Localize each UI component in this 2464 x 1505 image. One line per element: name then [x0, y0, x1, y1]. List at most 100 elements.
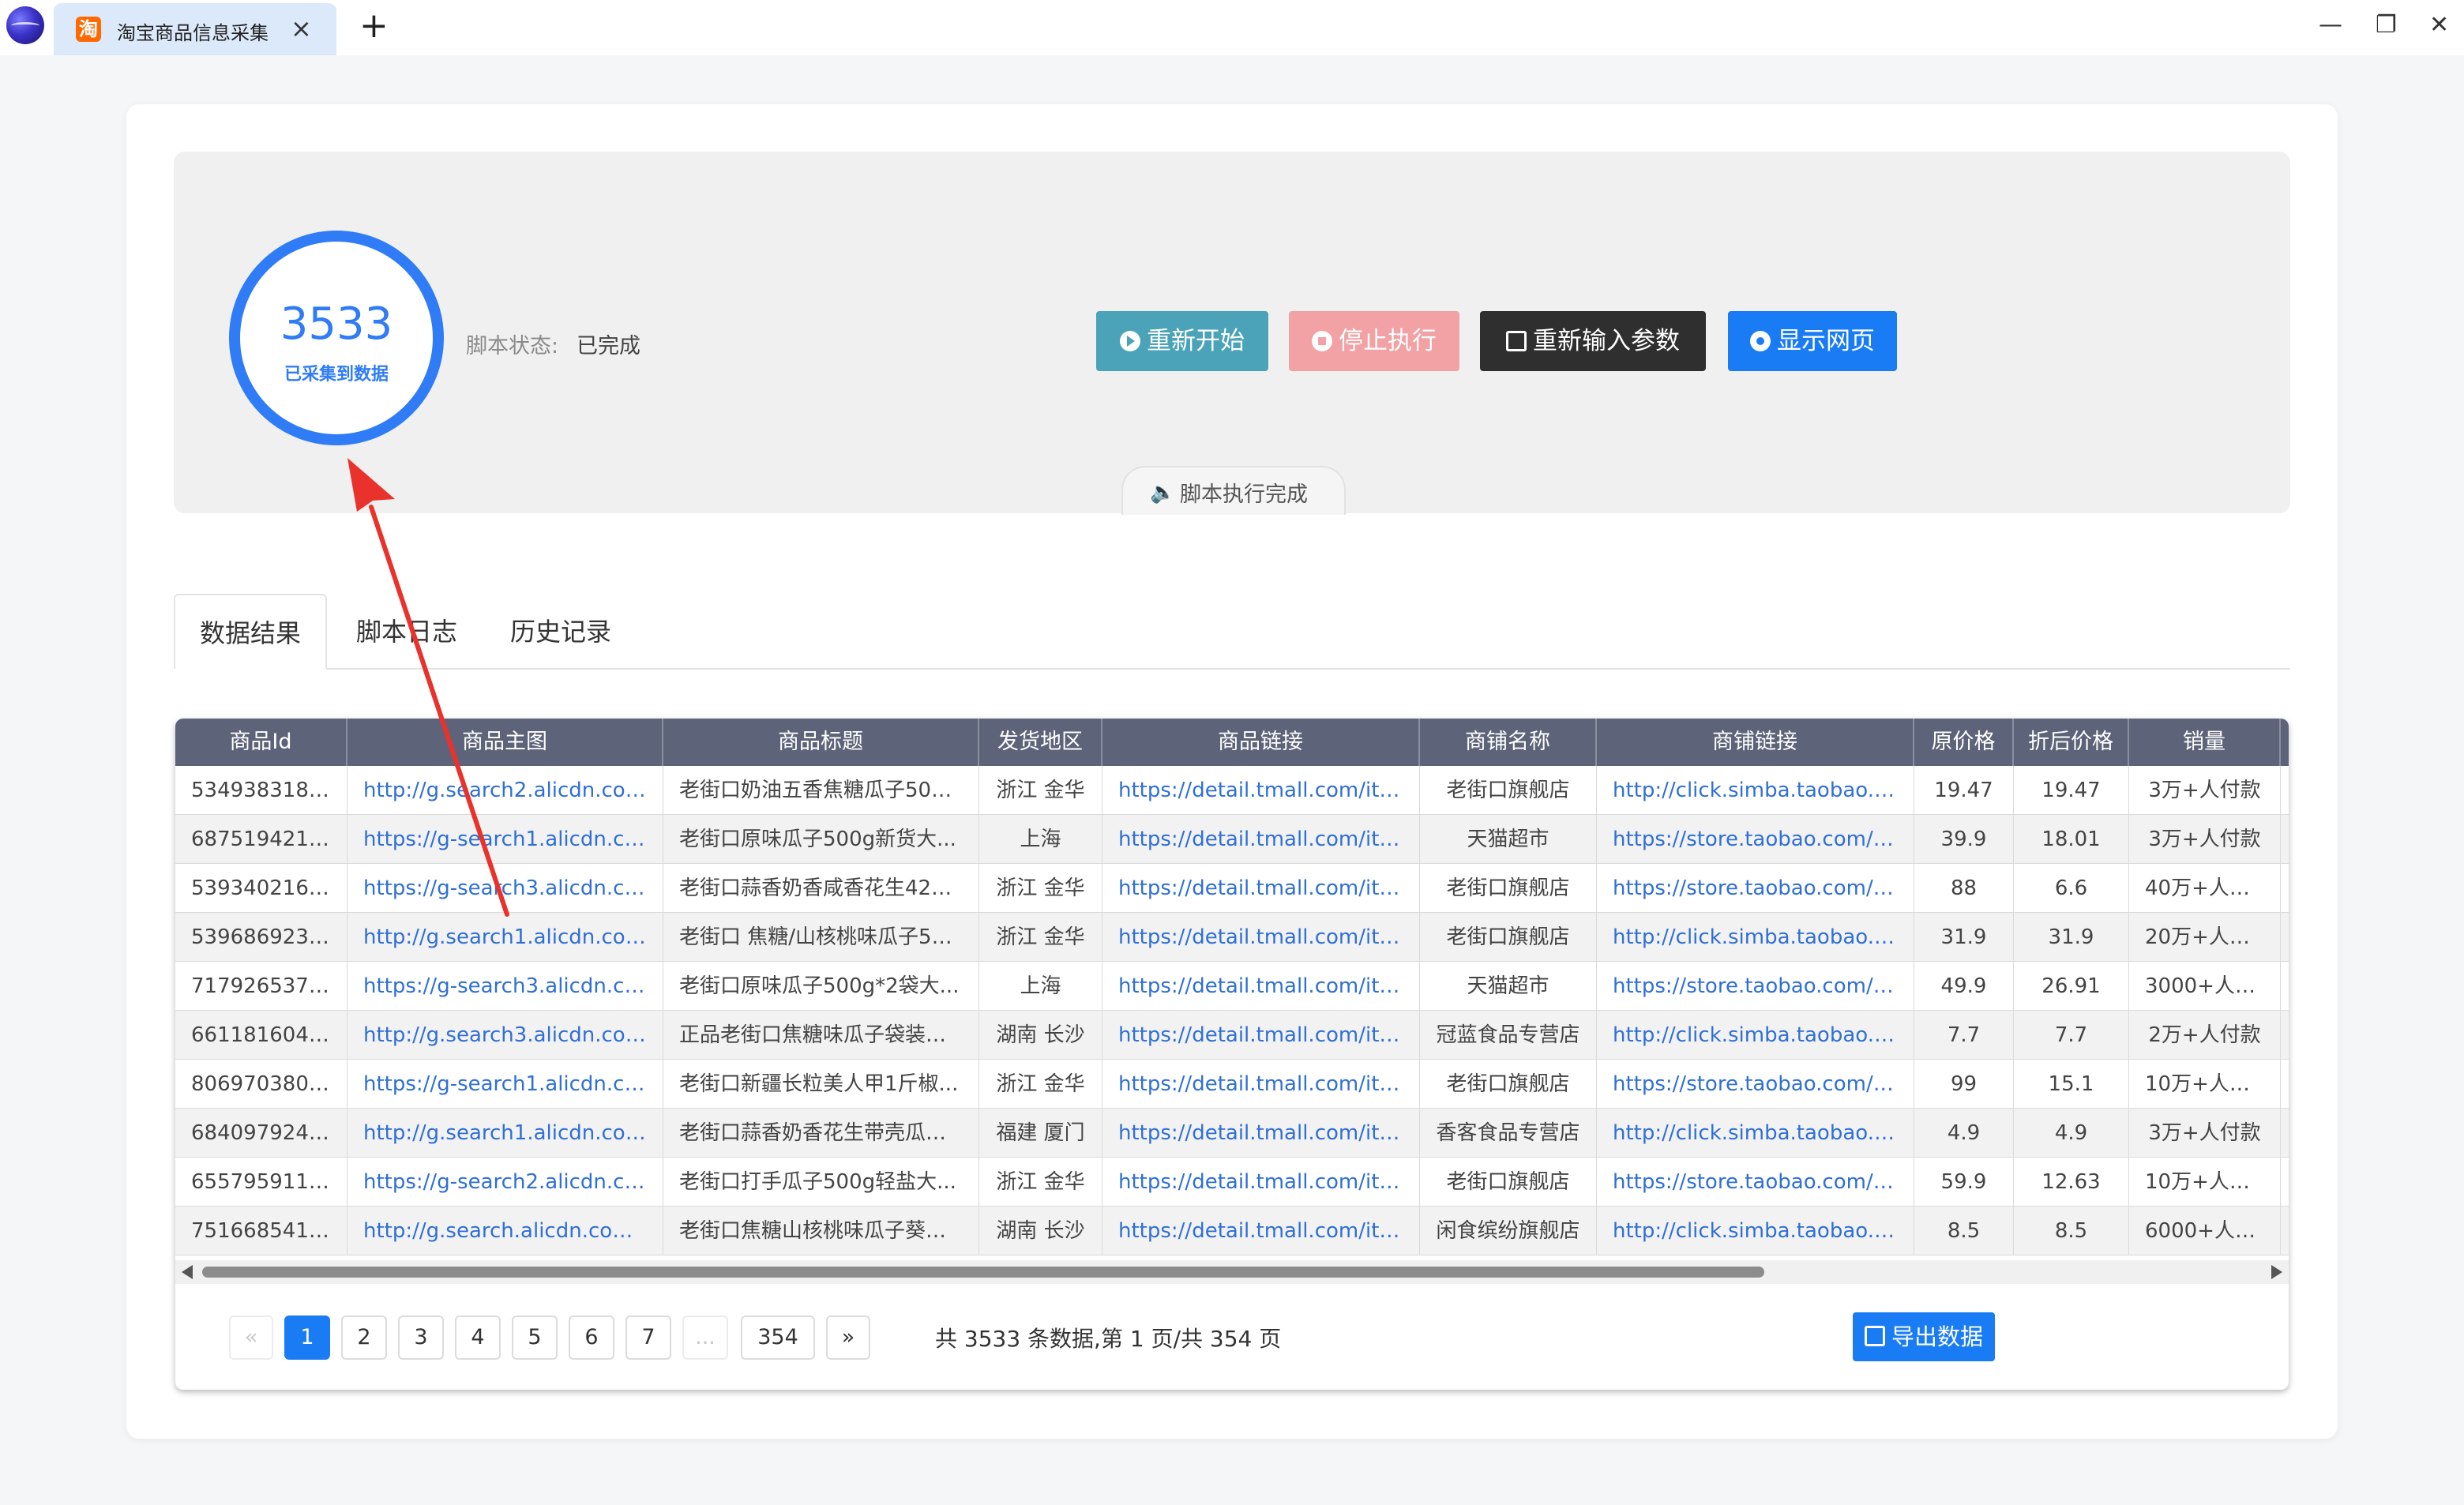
table-cell-link[interactable]: https://g-search1.alicdn.com...: [347, 815, 663, 864]
table-cell: 7.7: [2014, 1011, 2129, 1060]
table-cell: 冠蓝食品专营店: [1420, 1011, 1597, 1060]
table-cell: 3万+人付款: [2129, 815, 2281, 864]
stop-label: 停止执行: [1339, 327, 1437, 355]
table-row[interactable]: 806970380767 https://g-search1.alicdn.com…: [175, 1060, 2289, 1109]
page-button-last[interactable]: 354: [741, 1315, 815, 1360]
table-row[interactable]: 539340216630 https://g-search3.alicdn.com…: [175, 864, 2289, 913]
table-cell: 661181604784: [175, 1011, 347, 1060]
table-cell: 浙江 金华: [979, 864, 1102, 913]
tab-close-icon[interactable]: ×: [291, 13, 312, 44]
page-button-1[interactable]: 1: [284, 1315, 330, 1360]
table-cell-link[interactable]: https://detail.tmall.com/item....: [1102, 1060, 1420, 1109]
table-cell-link[interactable]: http://click.simba.taobao.co...: [1597, 766, 1914, 815]
page-button-2[interactable]: 2: [341, 1315, 387, 1360]
table-cell: 4.9: [2014, 1109, 2129, 1158]
speaker-icon: 🔈: [1150, 481, 1176, 505]
table-cell: 3万+人付款: [2129, 766, 2281, 815]
table-cell-link[interactable]: https://store.taobao.com/sh...: [1597, 864, 1914, 913]
page-button-4[interactable]: 4: [455, 1315, 501, 1360]
table-cell: 浙江 金华: [979, 1158, 1102, 1207]
close-window-button[interactable]: ✕: [2429, 9, 2449, 41]
column-header: 商品标题: [663, 719, 979, 766]
table-cell-link[interactable]: https://g-search2.alicdn.com...: [347, 1158, 663, 1207]
column-header: 商品Id: [175, 719, 347, 766]
prev-page-button[interactable]: «: [229, 1315, 273, 1360]
table-cell-link[interactable]: https://detail.tmall.com/item....: [1102, 1207, 1420, 1255]
table-cell: 687519421951: [175, 815, 347, 864]
table-cell: 534938318225: [175, 766, 347, 815]
table-cell-link[interactable]: https://detail.tmall.com/item....: [1102, 1109, 1420, 1158]
page-ellipsis: ...: [682, 1315, 728, 1360]
table-cell: 湖南 长沙: [979, 1011, 1102, 1060]
tab-script-log[interactable]: 脚本日志: [347, 594, 466, 670]
table-cell-link[interactable]: https://detail.tmall.com/item....: [1102, 766, 1420, 815]
table-cell-link[interactable]: http://g.search3.alicdn.com/i...: [347, 1011, 663, 1060]
table-row[interactable]: 661181604784 http://g.search3.alicdn.com/…: [175, 1011, 2289, 1060]
table-cell-link[interactable]: https://store.taobao.com/sh...: [1597, 1158, 1914, 1207]
table-row[interactable]: 655795911975 https://g-search2.alicdn.com…: [175, 1158, 2289, 1207]
table-cell: 上海: [979, 815, 1102, 864]
collected-caption: 已采集到数据: [284, 365, 389, 385]
table-cell: 10万+人付款: [2129, 1158, 2281, 1207]
table-row[interactable]: 687519421951 https://g-search1.alicdn.com…: [175, 815, 2289, 864]
column-header: 销量: [2129, 719, 2281, 766]
scroll-right-icon[interactable]: [2271, 1265, 2282, 1279]
next-page-button[interactable]: »: [826, 1315, 870, 1360]
table-cell-link[interactable]: https://detail.tmall.com/item....: [1102, 815, 1420, 864]
table-cell-link[interactable]: https://detail.tmall.com/item....: [1102, 913, 1420, 962]
table-row[interactable]: 539686923712 http://g.search1.alicdn.com/…: [175, 913, 2289, 962]
table-cell-link[interactable]: https://detail.tmall.com/item....: [1102, 864, 1420, 913]
collected-count-ring: 3533 已采集到数据: [229, 231, 444, 445]
table-cell-link[interactable]: https://store.taobao.com/sh...: [1597, 962, 1914, 1011]
scrollbar-thumb[interactable]: [202, 1267, 1764, 1278]
browser-tab[interactable]: 淘 淘宝商品信息采集 ×: [54, 3, 336, 55]
table-cell: 天猫超市: [1420, 962, 1597, 1011]
table-cell-link[interactable]: https://detail.tmall.com/item....: [1102, 1011, 1420, 1060]
page-button-7[interactable]: 7: [625, 1315, 671, 1360]
table-cell-link[interactable]: http://g.search1.alicdn.com/i...: [347, 1109, 663, 1158]
scroll-left-icon[interactable]: [182, 1265, 193, 1279]
table-cell-link[interactable]: http://click.simba.taobao.co...: [1597, 1207, 1914, 1255]
table-cell: 老街口旗舰店: [1420, 766, 1597, 815]
table-cell-link[interactable]: https://store.taobao.com/sh...: [1597, 815, 1914, 864]
table-cell-link[interactable]: http://click.simba.taobao.co...: [1597, 913, 1914, 962]
table-row[interactable]: 751668541831 http://g.search.alicdn.com/i…: [175, 1207, 2289, 1255]
show-page-button[interactable]: 显示网页: [1728, 311, 1897, 371]
table-row[interactable]: 717926537562 https://g-search3.alicdn.com…: [175, 962, 2289, 1011]
table-cell-link[interactable]: http://click.simba.taobao.co...: [1597, 1011, 1914, 1060]
stop-button[interactable]: 停止执行: [1289, 311, 1459, 371]
table-row[interactable]: 534938318225 http://g.search2.alicdn.com/…: [175, 766, 2289, 815]
table-cell: 浙江 金华: [979, 766, 1102, 815]
restart-button[interactable]: 重新开始: [1096, 311, 1268, 371]
table-cell: 7.7: [1914, 1011, 2014, 1060]
table-cell: 20万+人付款: [2129, 913, 2281, 962]
table-cell-link[interactable]: http://g.search1.alicdn.com/i...: [347, 913, 663, 962]
reinput-params-button[interactable]: 重新输入参数: [1480, 311, 1706, 371]
page-button-3[interactable]: 3: [398, 1315, 444, 1360]
table-cell-link[interactable]: https://g-search3.alicdn.com...: [347, 962, 663, 1011]
restore-button[interactable]: ❐: [2376, 9, 2397, 41]
page-button-6[interactable]: 6: [569, 1315, 614, 1360]
new-tab-button[interactable]: +: [359, 6, 389, 46]
table-cell: 806970380767: [175, 1060, 347, 1109]
table-cell-link[interactable]: https://g-search3.alicdn.com...: [347, 864, 663, 913]
table-cell-link[interactable]: https://store.taobao.com/sh...: [1597, 1060, 1914, 1109]
table-cell-link[interactable]: https://g-search1.alicdn.com...: [347, 1060, 663, 1109]
tab-history[interactable]: 历史记录: [498, 594, 624, 670]
table-cell: 老街口旗舰店: [1420, 1158, 1597, 1207]
minimize-button[interactable]: —: [2319, 9, 2342, 41]
export-label: 导出数据: [1891, 1323, 1983, 1350]
table-cell: 3000+人付款: [2129, 962, 2281, 1011]
table-cell-link[interactable]: http://g.search.alicdn.com/i...: [347, 1207, 663, 1255]
table-cell: 39.9: [1914, 815, 2014, 864]
table-cell: 88: [1914, 864, 2014, 913]
page-button-5[interactable]: 5: [512, 1315, 558, 1360]
export-data-button[interactable]: 导出数据: [1853, 1312, 1995, 1361]
table-cell-link[interactable]: http://g.search2.alicdn.com/i...: [347, 766, 663, 815]
table-cell-link[interactable]: https://detail.tmall.com/item....: [1102, 1158, 1420, 1207]
table-cell-link[interactable]: https://detail.tmall.com/item....: [1102, 962, 1420, 1011]
tab-data-results[interactable]: 数据结果: [174, 594, 327, 670]
horizontal-scrollbar[interactable]: [175, 1260, 2289, 1284]
table-row[interactable]: 684097924101 http://g.search1.alicdn.com/…: [175, 1109, 2289, 1158]
table-cell-link[interactable]: http://click.simba.taobao.co...: [1597, 1109, 1914, 1158]
